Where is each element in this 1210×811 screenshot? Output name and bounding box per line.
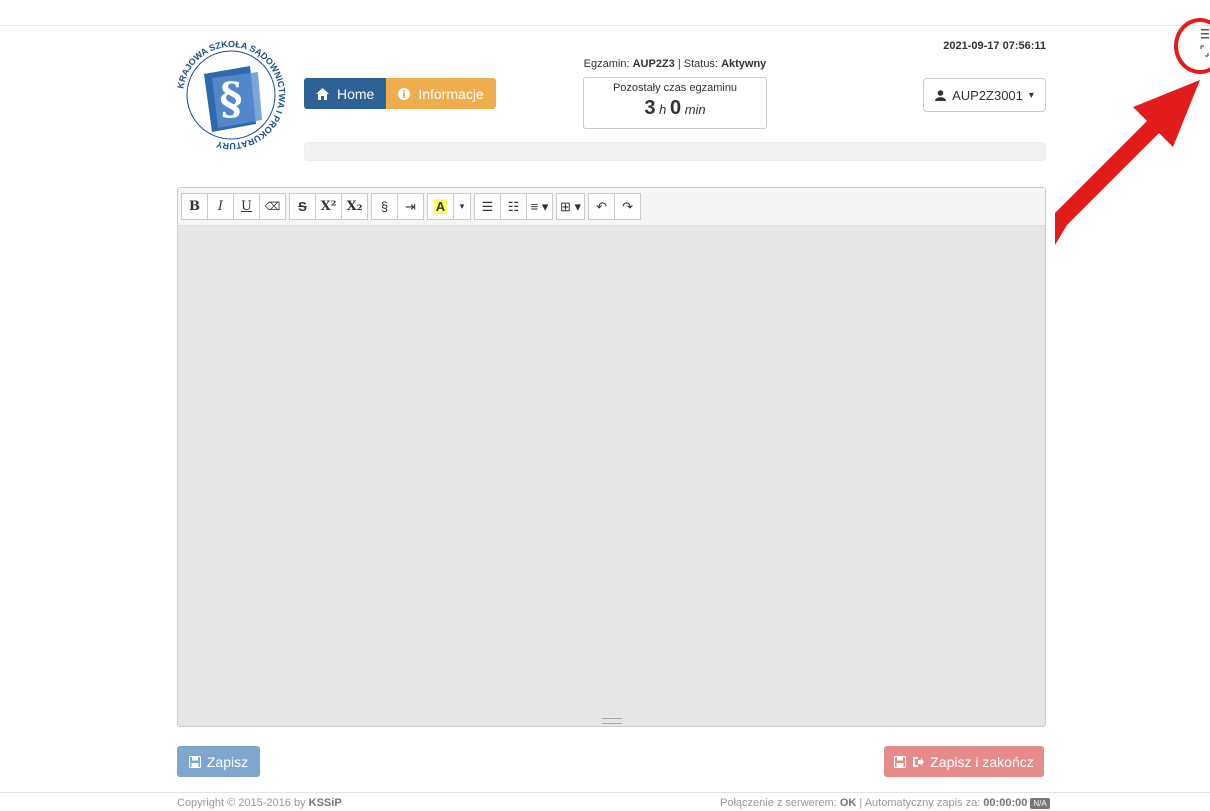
timer-value: 3 h 0 min (644, 97, 706, 119)
annotation-circle (1174, 18, 1210, 74)
main-nav: Home Informacje (304, 78, 496, 109)
username: AUP2Z3001 (952, 87, 1023, 103)
undo-button[interactable]: ↶ (588, 193, 616, 220)
editor-toolbar: B I U ⌫ S X² X₂ § ⇥ A ▾ ☰ ☷ ≡ ▾ ⊞ ▾ ↶ ↷ (178, 188, 1045, 226)
subscript-button[interactable]: X₂ (341, 193, 368, 220)
user-icon (935, 89, 947, 101)
exam-code: AUP2Z3 (632, 58, 675, 70)
chevron-down-icon: ▾ (1028, 89, 1034, 101)
bullet-list-button[interactable]: ☰ (474, 193, 501, 220)
annotation-arrow: IKONKI (1055, 80, 1200, 245)
info-button[interactable]: Informacje (386, 78, 496, 109)
paragraph-sign-button[interactable]: § (371, 193, 398, 220)
align-dropdown[interactable]: ≡ ▾ (526, 193, 553, 220)
exam-status: Aktywny (721, 58, 767, 70)
superscript-button[interactable]: X² (315, 193, 342, 220)
timer-label: Pozostały czas egzaminu (612, 82, 738, 94)
underline-button[interactable]: U (233, 193, 260, 220)
save-button[interactable]: Zapisz (177, 746, 260, 777)
sign-out-icon (913, 756, 925, 767)
floppy-disk-icon (188, 755, 201, 768)
save-and-finish-button[interactable]: Zapisz i zakończ (884, 746, 1044, 777)
copyright: Copyright © 2015-2016 by KSSiP (177, 797, 342, 809)
remaining-time-box: Pozostały czas egzaminu 3 h 0 min (583, 77, 767, 129)
numbered-list-button[interactable]: ☷ (500, 193, 527, 220)
home-label: Home (337, 85, 375, 102)
footer-divider (0, 792, 1210, 793)
svg-text:§: § (219, 74, 242, 125)
resize-handle[interactable] (602, 718, 622, 724)
home-icon (316, 87, 329, 100)
indent-button[interactable]: ⇥ (397, 193, 424, 220)
kssip-logo: § KRAJOWA SZKOŁA SĄDOWNICTWA I PROKURATU… (175, 39, 287, 151)
user-dropdown[interactable]: AUP2Z3001 ▾ (923, 78, 1046, 112)
save-label: Zapisz (206, 753, 249, 770)
connection-status: Połączenie z serwerem: OK | Automatyczny… (720, 797, 1050, 809)
italic-button[interactable]: I (207, 193, 234, 220)
autosave-badge: N/A (1030, 798, 1050, 809)
eraser-icon[interactable]: ⌫ (259, 193, 286, 220)
exam-info: Egzamin: AUP2Z3 | Status: Aktywny (583, 58, 767, 70)
redo-button[interactable]: ↷ (614, 193, 642, 220)
save-finish-label: Zapisz i zakończ (930, 753, 1034, 770)
top-divider (0, 25, 1210, 26)
current-datetime: 2021-09-17 07:56:11 (943, 40, 1046, 52)
info-icon (398, 87, 411, 100)
floppy-disk-icon (894, 755, 907, 768)
table-dropdown[interactable]: ⊞ ▾ (556, 193, 586, 220)
highlight-button[interactable]: A (427, 193, 454, 220)
strikethrough-button[interactable]: S (289, 193, 316, 220)
bold-button[interactable]: B (181, 193, 208, 220)
text-editor[interactable]: B I U ⌫ S X² X₂ § ⇥ A ▾ ☰ ☷ ≡ ▾ ⊞ ▾ ↶ ↷ (177, 187, 1046, 727)
info-label: Informacje (418, 85, 484, 102)
exam-progress-bar (304, 142, 1046, 161)
highlight-dropdown-icon[interactable]: ▾ (453, 193, 471, 220)
home-button[interactable]: Home (304, 78, 387, 109)
